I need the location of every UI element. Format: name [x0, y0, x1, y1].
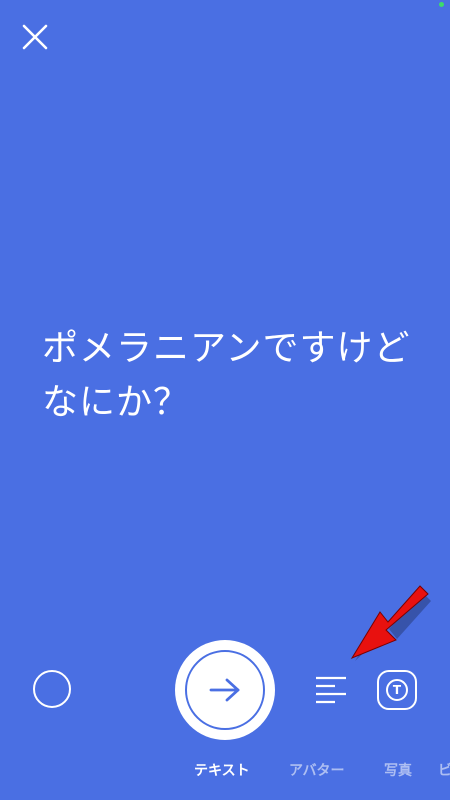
text-align-button[interactable] — [313, 673, 349, 707]
story-text-input[interactable]: ポメラニアンですけどなにか？ — [42, 322, 422, 430]
color-picker-button[interactable] — [33, 670, 71, 708]
arrow-right-icon — [209, 678, 240, 702]
tab-text[interactable]: テキスト — [194, 756, 250, 786]
tab-avatar[interactable]: アバター — [289, 756, 344, 786]
text-align-left-icon — [316, 676, 346, 704]
color-circle-icon — [37, 674, 67, 704]
send-button[interactable] — [175, 640, 275, 740]
text-style-button[interactable]: T — [377, 670, 417, 710]
close-button[interactable] — [18, 20, 52, 54]
mode-tab-bar: テキスト アバター 写真 ビ — [0, 756, 450, 786]
text-style-icon: T — [386, 679, 408, 701]
red-arrow-annotation — [350, 585, 431, 661]
close-icon — [22, 24, 48, 50]
tab-photo[interactable]: 写真 — [384, 756, 412, 786]
tab-video-partial[interactable]: ビ — [438, 756, 450, 786]
status-indicator-dot — [439, 2, 444, 7]
